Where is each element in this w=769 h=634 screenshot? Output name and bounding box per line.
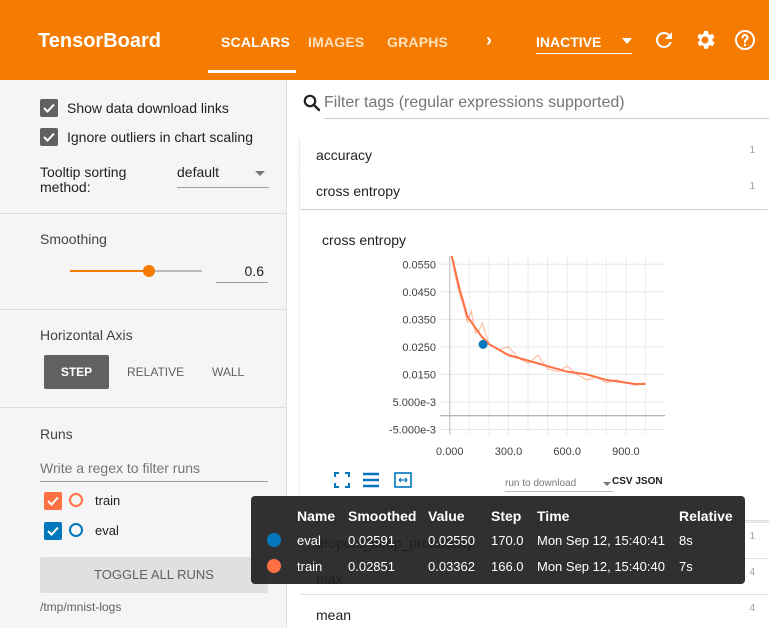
refresh-icon[interactable] bbox=[652, 28, 676, 52]
tooltip-row-name: train bbox=[297, 559, 323, 574]
chart-tooltip: Name Smoothed Value Step Time Relative e… bbox=[251, 496, 745, 584]
tag-card-mean[interactable]: mean 4 bbox=[300, 594, 769, 634]
search-icon bbox=[303, 94, 321, 112]
tooltip-header-step: Step bbox=[491, 508, 522, 524]
run-name: eval bbox=[95, 523, 119, 538]
tag-count: 4 bbox=[749, 567, 755, 578]
download-links[interactable]: CSV JSON bbox=[612, 476, 663, 487]
run-checkbox[interactable] bbox=[44, 522, 62, 540]
tooltip-sorting-value: default bbox=[177, 164, 220, 180]
tooltip-sorting-select[interactable]: default bbox=[177, 164, 269, 188]
y-tick-label: 0.0150 bbox=[402, 369, 436, 381]
checkbox-label: Ignore outliers in chart scaling bbox=[67, 129, 253, 145]
horizontal-axis-label: Horizontal Axis bbox=[40, 327, 133, 343]
axis-wall-button[interactable]: WALL bbox=[212, 355, 244, 389]
tooltip-row-smoothed: 0.02591 bbox=[348, 533, 395, 548]
smoothing-label: Smoothing bbox=[40, 231, 107, 247]
tag-count: 4 bbox=[749, 603, 755, 614]
tab-images[interactable]: IMAGES bbox=[308, 34, 364, 50]
series-smoothed-line-train bbox=[450, 255, 646, 386]
x-tick-label: 0.000 bbox=[436, 446, 464, 458]
tag-name: cross entropy bbox=[316, 183, 401, 199]
tag-card-cross-entropy[interactable]: cross entropy 1 bbox=[300, 173, 769, 209]
tag-count: 1 bbox=[749, 181, 755, 192]
tooltip-run-color-icon bbox=[267, 559, 281, 573]
tag-name: accuracy bbox=[316, 147, 373, 163]
y-tick-label: 5.000e-3 bbox=[393, 397, 436, 409]
run-name: train bbox=[95, 493, 121, 508]
settings-icon[interactable] bbox=[693, 28, 717, 52]
run-checkbox[interactable] bbox=[44, 492, 62, 510]
tooltip-header-relative: Relative bbox=[679, 508, 733, 524]
x-tick-label: 300.0 bbox=[495, 446, 523, 458]
runs-label: Runs bbox=[40, 426, 73, 442]
smoothing-section: Smoothing bbox=[0, 214, 287, 310]
cross-entropy-chart[interactable]: 0.0550 0.0450 0.0350 0.0250 0.0150 5.000e-3 -5… bbox=[300, 210, 769, 470]
x-tick-label: 600.0 bbox=[553, 446, 581, 458]
tag-count: 1 bbox=[749, 145, 755, 156]
tooltip-header-smoothed: Smoothed bbox=[348, 508, 417, 524]
app-title: TensorBoard bbox=[38, 30, 161, 52]
tag-count: 1 bbox=[749, 531, 755, 542]
tooltip-header-time: Time bbox=[537, 508, 570, 524]
x-tick-label: 900.0 bbox=[612, 446, 640, 458]
y-tick-label: 0.0550 bbox=[402, 259, 436, 271]
tag-card-accuracy[interactable]: accuracy 1 bbox=[300, 137, 769, 173]
expand-icon[interactable] bbox=[334, 472, 350, 488]
tooltip-row-value: 0.02550 bbox=[428, 533, 475, 548]
tab-scalars[interactable]: SCALARS bbox=[221, 34, 290, 50]
fit-domain-icon[interactable] bbox=[394, 472, 412, 488]
y-tick-label: -5.000e-3 bbox=[389, 424, 436, 436]
chevron-down-icon bbox=[603, 482, 611, 486]
chevron-down-icon bbox=[255, 171, 265, 176]
tooltip-row-step: 170.0 bbox=[491, 533, 524, 548]
axis-relative-button[interactable]: RELATIVE bbox=[127, 355, 184, 389]
more-tabs-chevron-icon[interactable]: › bbox=[486, 30, 492, 51]
toggle-all-runs-button[interactable]: TOGGLE ALL RUNS bbox=[40, 557, 268, 593]
axis-step-button[interactable]: STEP bbox=[44, 355, 109, 389]
series-point-eval bbox=[478, 339, 488, 349]
tooltip-row-smoothed: 0.02851 bbox=[348, 559, 395, 574]
y-tick-label: 0.0250 bbox=[402, 342, 436, 354]
smoothing-slider[interactable] bbox=[70, 265, 202, 277]
top-app-bar: TensorBoard SCALARS IMAGES GRAPHS › INAC… bbox=[0, 0, 769, 80]
runs-filter-input[interactable]: Write a regex to filter runs bbox=[40, 460, 268, 482]
y-tick-label: 0.0450 bbox=[402, 287, 436, 299]
checkbox-checked-icon bbox=[40, 128, 58, 146]
run-color-circle-icon bbox=[69, 493, 83, 507]
smoothing-value-input[interactable]: 0.6 bbox=[216, 263, 268, 283]
checkbox-label: Show data download links bbox=[67, 100, 229, 116]
sidebar: Show data download links Ignore outliers… bbox=[0, 80, 287, 628]
run-color-circle-icon bbox=[69, 523, 83, 537]
active-tab-indicator bbox=[208, 70, 296, 73]
tag-filter-input[interactable]: Filter tags (regular expressions support… bbox=[324, 94, 769, 119]
help-icon[interactable] bbox=[733, 28, 757, 52]
dropdown-caret-icon bbox=[622, 38, 632, 44]
tooltip-sorting-label: Tooltip sorting method: bbox=[40, 164, 127, 195]
y-tick-label: 0.0350 bbox=[402, 314, 436, 326]
tooltip-header-name: Name bbox=[297, 508, 336, 524]
tooltip-row-name: eval bbox=[297, 533, 321, 548]
run-to-download-select[interactable]: run to download bbox=[505, 478, 613, 492]
tooltip-row-relative: 8s bbox=[679, 533, 693, 548]
tooltip-row-value: 0.03362 bbox=[428, 559, 475, 574]
run-select-placeholder: run to download bbox=[505, 478, 577, 489]
inactive-dashboards-dropdown[interactable]: INACTIVE bbox=[536, 34, 632, 54]
tooltip-row-time: Mon Sep 12, 15:40:41 bbox=[537, 533, 665, 548]
tooltip-row-relative: 7s bbox=[679, 559, 693, 574]
tag-name: mean bbox=[316, 607, 352, 623]
tooltip-row-time: Mon Sep 12, 15:40:40 bbox=[537, 559, 665, 574]
checkbox-checked-icon bbox=[40, 99, 58, 117]
tooltip-row-step: 166.0 bbox=[491, 559, 524, 574]
tooltip-header-value: Value bbox=[428, 508, 465, 524]
log-directory-path: /tmp/mnist-logs bbox=[40, 600, 122, 614]
slider-fill bbox=[70, 270, 150, 272]
tab-graphs[interactable]: GRAPHS bbox=[387, 34, 448, 50]
toggle-log-scale-icon[interactable] bbox=[362, 472, 380, 488]
tooltip-run-color-icon bbox=[267, 533, 281, 547]
chart-options-section: Show data download links Ignore outliers… bbox=[0, 80, 287, 214]
inactive-dropdown-label: INACTIVE bbox=[536, 34, 602, 50]
chart-card-cross-entropy: cross entropy 0.0550 0.0450 0.0350 0.0250 0.… bbox=[300, 210, 769, 520]
